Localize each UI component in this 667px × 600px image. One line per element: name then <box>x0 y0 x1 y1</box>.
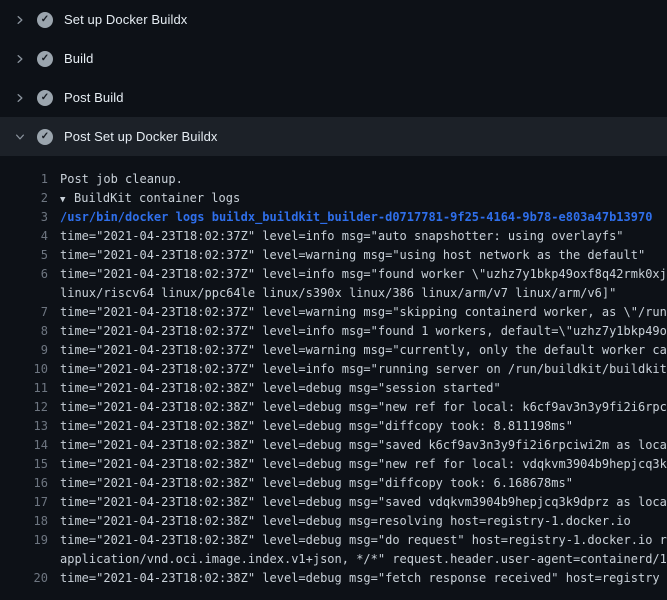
log-line: 14 ▼ time="2021-04-23T18:02:38Z" level=d… <box>0 436 667 455</box>
chevron-icon <box>12 51 28 67</box>
log-line: 20 ▼ time="2021-04-23T18:02:38Z" level=d… <box>0 569 667 588</box>
steps-list: ✓ Set up Docker Buildx ✓ Build ✓ Post Bu… <box>0 0 667 156</box>
line-number[interactable]: 2 <box>0 189 48 208</box>
job-log-panel: ✓ Set up Docker Buildx ✓ Build ✓ Post Bu… <box>0 0 667 600</box>
line-number[interactable]: 18 <box>0 512 48 531</box>
line-number[interactable]: 14 <box>0 436 48 455</box>
line-number[interactable]: 4 <box>0 227 48 246</box>
step-header[interactable]: ✓ Build <box>0 39 667 78</box>
line-number[interactable]: 1 <box>0 170 48 189</box>
line-number[interactable]: 5 <box>0 246 48 265</box>
log-line: 4 ▼ time="2021-04-23T18:02:37Z" level=in… <box>0 227 667 246</box>
line-number[interactable]: 13 <box>0 417 48 436</box>
line-number[interactable]: 16 <box>0 474 48 493</box>
log-line: 9 ▼ time="2021-04-23T18:02:37Z" level=wa… <box>0 341 667 360</box>
step-header[interactable]: ✓ Post Build <box>0 78 667 117</box>
line-text: time="2021-04-23T18:02:38Z" level=debug … <box>60 398 667 417</box>
success-check-icon: ✓ <box>37 12 53 28</box>
success-check-icon: ✓ <box>37 90 53 106</box>
line-text: time="2021-04-23T18:02:38Z" level=debug … <box>60 455 667 474</box>
line-text: time="2021-04-23T18:02:38Z" level=debug … <box>60 493 667 512</box>
step-title: Set up Docker Buildx <box>64 12 187 27</box>
log-line: 8 ▼ time="2021-04-23T18:02:37Z" level=in… <box>0 322 667 341</box>
line-text: time="2021-04-23T18:02:38Z" level=debug … <box>60 436 667 455</box>
line-text: BuildKit container logs <box>74 189 667 208</box>
log-line: 13 ▼ time="2021-04-23T18:02:38Z" level=d… <box>0 417 667 436</box>
line-text: time="2021-04-23T18:02:37Z" level=warnin… <box>60 246 667 265</box>
step-title: Post Set up Docker Buildx <box>64 129 218 144</box>
line-text: time="2021-04-23T18:02:38Z" level=debug … <box>60 512 667 531</box>
chevron-icon <box>12 129 28 145</box>
line-number[interactable]: 12 <box>0 398 48 417</box>
line-text: time="2021-04-23T18:02:38Z" level=debug … <box>60 379 667 398</box>
line-number[interactable]: 7 <box>0 303 48 322</box>
line-text: time="2021-04-23T18:02:37Z" level=info m… <box>60 360 667 379</box>
log-line: 2 ▼ BuildKit container logs <box>0 189 667 208</box>
line-text: time="2021-04-23T18:02:37Z" level=warnin… <box>60 303 667 322</box>
step-header[interactable]: ✓ Set up Docker Buildx <box>0 0 667 39</box>
line-text: time="2021-04-23T18:02:37Z" level=warnin… <box>60 341 667 360</box>
line-number[interactable]: 15 <box>0 455 48 474</box>
line-text: /usr/bin/docker logs buildx_buildkit_bui… <box>60 208 667 227</box>
line-text: time="2021-04-23T18:02:37Z" level=info m… <box>60 227 667 246</box>
log-line: 1 ▼ Post job cleanup. <box>0 170 667 189</box>
step-header[interactable]: ✓ Post Set up Docker Buildx <box>0 117 667 156</box>
line-number[interactable]: 17 <box>0 493 48 512</box>
line-text: time="2021-04-23T18:02:38Z" level=debug … <box>60 531 667 550</box>
line-text: time="2021-04-23T18:02:38Z" level=debug … <box>60 417 667 436</box>
log-line: 7 ▼ time="2021-04-23T18:02:37Z" level=wa… <box>0 303 667 322</box>
line-text: time="2021-04-23T18:02:37Z" level=info m… <box>60 322 667 341</box>
step-title: Build <box>64 51 93 66</box>
log-line: 15 ▼ time="2021-04-23T18:02:38Z" level=d… <box>0 455 667 474</box>
success-check-icon: ✓ <box>37 51 53 67</box>
line-text: time="2021-04-23T18:02:38Z" level=debug … <box>60 474 667 493</box>
success-check-icon: ✓ <box>37 129 53 145</box>
line-number[interactable]: 11 <box>0 379 48 398</box>
log-line: 18 ▼ time="2021-04-23T18:02:38Z" level=d… <box>0 512 667 531</box>
line-number[interactable]: 3 <box>0 208 48 227</box>
log-line: 6 ▼ time="2021-04-23T18:02:37Z" level=in… <box>0 265 667 284</box>
line-number[interactable]: 6 <box>0 265 48 284</box>
disclosure-triangle-icon[interactable]: ▼ <box>60 191 72 208</box>
log-line: ▼ application/vnd.oci.image.index.v1+jso… <box>0 550 667 569</box>
log-line: 5 ▼ time="2021-04-23T18:02:37Z" level=wa… <box>0 246 667 265</box>
line-text: Post job cleanup. <box>60 170 667 189</box>
line-number[interactable]: 8 <box>0 322 48 341</box>
step-title: Post Build <box>64 90 124 105</box>
actions-log-page: { "app": { "name": "GitHub Actions job l… <box>0 0 667 600</box>
line-text: time="2021-04-23T18:02:37Z" level=info m… <box>60 265 667 284</box>
line-number[interactable]: 10 <box>0 360 48 379</box>
line-text: linux/riscv64 linux/ppc64le linux/s390x … <box>60 284 667 303</box>
log-line: 17 ▼ time="2021-04-23T18:02:38Z" level=d… <box>0 493 667 512</box>
line-text: time="2021-04-23T18:02:38Z" level=debug … <box>60 569 667 588</box>
line-number[interactable]: 19 <box>0 531 48 550</box>
chevron-icon <box>12 12 28 28</box>
log-line: 11 ▼ time="2021-04-23T18:02:38Z" level=d… <box>0 379 667 398</box>
log-line: 10 ▼ time="2021-04-23T18:02:37Z" level=i… <box>0 360 667 379</box>
line-number[interactable]: 9 <box>0 341 48 360</box>
line-text: application/vnd.oci.image.index.v1+json,… <box>60 550 667 569</box>
chevron-icon <box>12 90 28 106</box>
log-line: 16 ▼ time="2021-04-23T18:02:38Z" level=d… <box>0 474 667 493</box>
log-line: 12 ▼ time="2021-04-23T18:02:38Z" level=d… <box>0 398 667 417</box>
line-number[interactable]: 20 <box>0 569 48 588</box>
log-line: 19 ▼ time="2021-04-23T18:02:38Z" level=d… <box>0 531 667 550</box>
log-line: 3 ▼ /usr/bin/docker logs buildx_buildkit… <box>0 208 667 227</box>
log-lines: 1 ▼ Post job cleanup. 2 ▼ BuildKit conta… <box>0 156 667 588</box>
log-line: ▼ linux/riscv64 linux/ppc64le linux/s390… <box>0 284 667 303</box>
